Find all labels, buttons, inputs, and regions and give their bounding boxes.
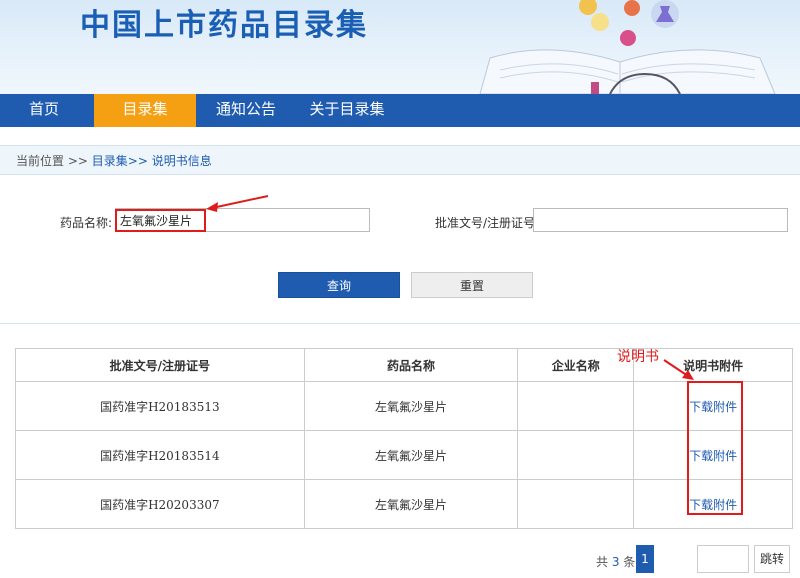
cell-drug-name: 左氧氟沙星片 — [303, 381, 519, 431]
breadcrumb-separator: >> — [127, 154, 152, 168]
nav-about[interactable]: 关于目录集 — [302, 94, 392, 127]
approval-number-label: 批准文号/注册证号: — [435, 216, 540, 230]
nav-notices[interactable]: 通知公告 — [206, 94, 286, 127]
breadcrumb-prefix: 当前位置 >> — [16, 154, 92, 168]
book-illustration — [479, 0, 776, 94]
pager-jump-button[interactable]: 跳转 — [754, 545, 790, 573]
site-title: 中国上市药品目录集 — [80, 8, 368, 43]
cell-company-name — [517, 381, 635, 431]
drug-name-label: 药品名称: — [60, 216, 113, 230]
cell-company-name — [517, 430, 635, 480]
header-banner: 中国上市药品目录集 — [0, 0, 800, 94]
divider — [0, 323, 800, 324]
query-button[interactable]: 查询 — [278, 272, 400, 298]
main-nav: 首页 目录集 通知公告 关于目录集 — [0, 94, 800, 127]
reset-button[interactable]: 重置 — [411, 272, 533, 298]
annotation-label: 说明书 — [617, 349, 659, 365]
cell-drug-name: 左氧氟沙星片 — [303, 479, 519, 529]
cell-approval-number: 国药准字H20183513 — [15, 381, 305, 431]
nav-home[interactable]: 首页 — [14, 94, 74, 127]
table-row: 国药准字H20183513 左氧氟沙星片 下载附件 — [15, 381, 793, 431]
breadcrumb-bar: 当前位置 >> 目录集>> 说明书信息 — [0, 145, 800, 175]
pager-current-page[interactable]: 1 — [636, 545, 654, 573]
breadcrumb-current[interactable]: 说明书信息 — [152, 154, 212, 168]
nav-catalog[interactable]: 目录集 — [94, 94, 196, 127]
cell-company-name — [517, 479, 635, 529]
annotation-box-attachments — [687, 381, 743, 515]
cell-approval-number: 国药准字H20183514 — [15, 430, 305, 480]
col-approval-number: 批准文号/注册证号 — [15, 348, 305, 382]
breadcrumb-catalog-link[interactable]: 目录集 — [92, 154, 128, 168]
annotation-box-drug-name — [115, 209, 206, 232]
approval-number-input[interactable] — [533, 208, 788, 232]
pager-total: 共 3 条 — [596, 555, 636, 569]
table-row: 国药准字H20203307 左氧氟沙星片 下载附件 — [15, 479, 793, 529]
cell-drug-name: 左氧氟沙星片 — [303, 430, 519, 480]
cell-approval-number: 国药准字H20203307 — [15, 479, 305, 529]
pager-jump-input[interactable] — [697, 545, 749, 573]
table-row: 国药准字H20183514 左氧氟沙星片 下载附件 — [15, 430, 793, 480]
col-drug-name: 药品名称 — [303, 348, 519, 382]
annotation-arrow-attachment — [663, 359, 694, 380]
annotation-arrow-drug-name — [206, 195, 269, 212]
breadcrumb: 当前位置 >> 目录集>> 说明书信息 — [16, 152, 212, 169]
